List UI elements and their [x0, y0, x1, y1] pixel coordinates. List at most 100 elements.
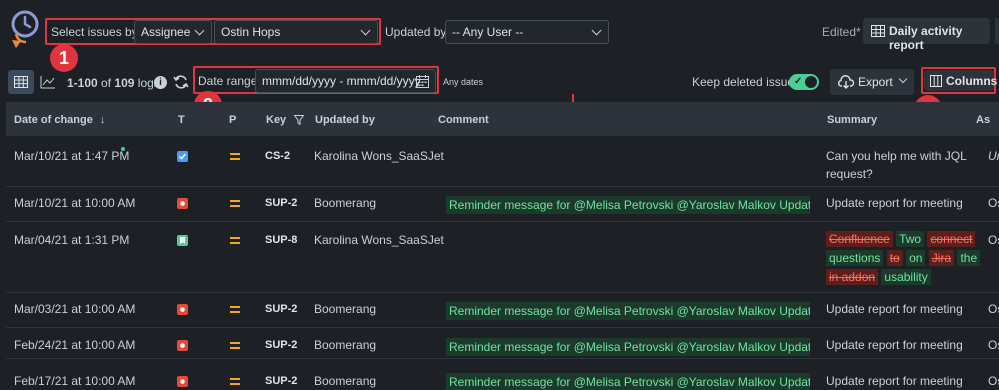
- user-value: Ostin Hops: [221, 25, 281, 39]
- cloud-download-icon: [838, 75, 854, 89]
- task-type-icon: [177, 151, 188, 162]
- daily-activity-report-button[interactable]: Daily activity report: [863, 18, 990, 52]
- row-date: Mar/04/21 at 1:31 PM: [14, 233, 130, 247]
- app-root: Select issues by: Assignee Ostin Hops 1 …: [0, 0, 999, 390]
- row-summary-line2: request?: [826, 167, 873, 181]
- table-row[interactable]: Mar/10/21 at 1:47 PM CS-2 Karolina Wons_…: [6, 137, 999, 187]
- sort-down-arrow-icon: ↓: [99, 114, 106, 126]
- info-icon[interactable]: i: [154, 76, 167, 89]
- filter-icon: [293, 115, 305, 126]
- column-date-label: Date of change: [14, 114, 93, 126]
- select-issues-by-label: Select issues by:: [51, 25, 142, 39]
- bug-type-icon: [177, 304, 188, 315]
- row-summary: Update report for meeting: [826, 196, 963, 210]
- updated-by-dropdown[interactable]: -- Any User --: [445, 20, 609, 44]
- chevron-down-icon: [898, 74, 908, 84]
- diff-added: usability: [881, 269, 931, 285]
- date-range-placeholder: mmm/dd/yyyy - mmm/dd/yyyy: [262, 74, 421, 88]
- column-priority[interactable]: P: [229, 114, 236, 126]
- table-icon: [871, 25, 885, 37]
- daily-activity-report-label: Daily activity report: [889, 24, 963, 52]
- row-comment: Reminder message for @Melisa Petrovski @…: [446, 338, 810, 356]
- row-key[interactable]: SUP-2: [265, 303, 297, 315]
- table-view-button[interactable]: [8, 70, 34, 94]
- updated-by-label: Updated by:: [385, 25, 450, 39]
- table-row[interactable]: Mar/10/21 at 10:00 AM SUP-2 Boomerang Re…: [6, 188, 999, 222]
- row-date: Feb/24/21 at 10:00 AM: [14, 338, 136, 352]
- columns-icon: [930, 75, 942, 87]
- diff-deleted: Confluence: [826, 231, 893, 247]
- keep-deleted-toggle[interactable]: ✓: [789, 74, 819, 90]
- column-key-label: Key: [266, 114, 287, 126]
- row-summary: Update report for meeting: [826, 338, 963, 352]
- chevron-down-icon: [591, 25, 602, 36]
- date-range-label: Date range:: [198, 74, 261, 88]
- line-chart-icon: [40, 76, 55, 89]
- column-date-of-change[interactable]: Date of change ↓: [14, 114, 105, 126]
- medium-priority-icon: [230, 342, 240, 349]
- column-assignee[interactable]: As: [976, 114, 990, 126]
- medium-priority-icon: [230, 200, 240, 207]
- summary-diff-line-1: Confluence Two connect: [826, 231, 976, 247]
- row-summary: Update report for meeting: [826, 302, 963, 316]
- row-assignee: Os: [988, 302, 999, 316]
- row-updated-by: Karolina Wons_SaaSJet: [314, 149, 444, 163]
- diff-deleted: in addon: [826, 269, 879, 285]
- select-by-value: Assignee: [141, 25, 191, 39]
- column-updated-by[interactable]: Updated by: [315, 114, 375, 126]
- table-row[interactable]: Mar/04/21 at 1:31 PM SUP-8 Karolina Wons…: [6, 223, 999, 293]
- log-count: 1-100 of 109 logs: [67, 76, 160, 90]
- row-assignee: Os: [988, 233, 999, 247]
- row-key[interactable]: SUP-8: [265, 234, 297, 246]
- medium-priority-icon: [230, 306, 240, 313]
- export-label: Export: [858, 75, 893, 89]
- any-dates-link[interactable]: Any dates: [443, 77, 483, 87]
- updated-by-value: -- Any User --: [452, 25, 524, 39]
- chevron-down-icon: [194, 25, 205, 36]
- row-summary: Can you help me with JQL: [826, 149, 967, 163]
- overflow-button-edge: [995, 18, 999, 44]
- select-by-dropdown[interactable]: Assignee: [134, 20, 212, 44]
- diff-added: questions: [826, 250, 884, 266]
- row-date: Mar/03/21 at 10:00 AM: [14, 302, 136, 316]
- medium-priority-icon: [230, 237, 240, 244]
- row-assignee: Ur: [988, 149, 999, 163]
- row-key[interactable]: SUP-2: [265, 375, 297, 387]
- table-row[interactable]: Feb/24/21 at 10:00 AM SUP-2 Boomerang Re…: [6, 329, 999, 359]
- toggle-knob: [805, 76, 817, 88]
- column-key[interactable]: Key: [266, 114, 305, 126]
- chart-view-button[interactable]: [35, 70, 61, 94]
- refresh-icon[interactable]: [173, 74, 189, 90]
- row-key[interactable]: SUP-2: [265, 197, 297, 209]
- row-updated-by: Karolina Wons_SaaSJet: [314, 233, 444, 247]
- range-start: 1-100: [67, 76, 98, 90]
- columns-button[interactable]: Columns: [924, 70, 997, 91]
- column-type[interactable]: T: [178, 114, 185, 126]
- row-summary: Update report for meeting: [826, 374, 963, 388]
- row-key[interactable]: CS-2: [265, 150, 290, 162]
- diff-deleted: connect: [927, 231, 976, 247]
- filter-bar: Select issues by: Assignee Ostin Hops 1 …: [0, 0, 999, 72]
- row-updated-by: Boomerang: [314, 338, 377, 352]
- row-updated-by: Boomerang: [314, 374, 377, 388]
- keep-deleted-label: Keep deleted issues: [692, 75, 801, 89]
- diff-deleted: to: [886, 250, 903, 266]
- summary-diff-line-3: in addon usability: [826, 269, 931, 285]
- row-key[interactable]: SUP-2: [265, 339, 297, 351]
- of-label: of: [101, 76, 112, 90]
- column-comment[interactable]: Comment: [438, 114, 489, 126]
- user-dropdown[interactable]: Ostin Hops: [214, 20, 378, 44]
- row-comment: Reminder message for @Melisa Petrovski @…: [446, 196, 810, 214]
- table-row[interactable]: Mar/03/21 at 10:00 AM SUP-2 Boomerang Re…: [6, 294, 999, 328]
- column-summary[interactable]: Summary: [827, 114, 877, 126]
- diff-deleted: Jira: [928, 250, 955, 266]
- date-range-input[interactable]: mmm/dd/yyyy - mmm/dd/yyyy: [255, 69, 436, 93]
- row-comment: Reminder message for @Melisa Petrovski @…: [446, 373, 810, 390]
- row-date: Mar/10/21 at 1:47 PM: [14, 149, 130, 163]
- table-row[interactable]: Feb/17/21 at 10:00 AM SUP-2 Boomerang Re…: [6, 360, 999, 390]
- medium-priority-icon: [230, 378, 240, 385]
- annotation-badge-1: 1: [50, 44, 78, 72]
- bug-type-icon: [177, 376, 188, 387]
- medium-priority-icon: [230, 153, 240, 160]
- export-button[interactable]: Export: [830, 69, 914, 95]
